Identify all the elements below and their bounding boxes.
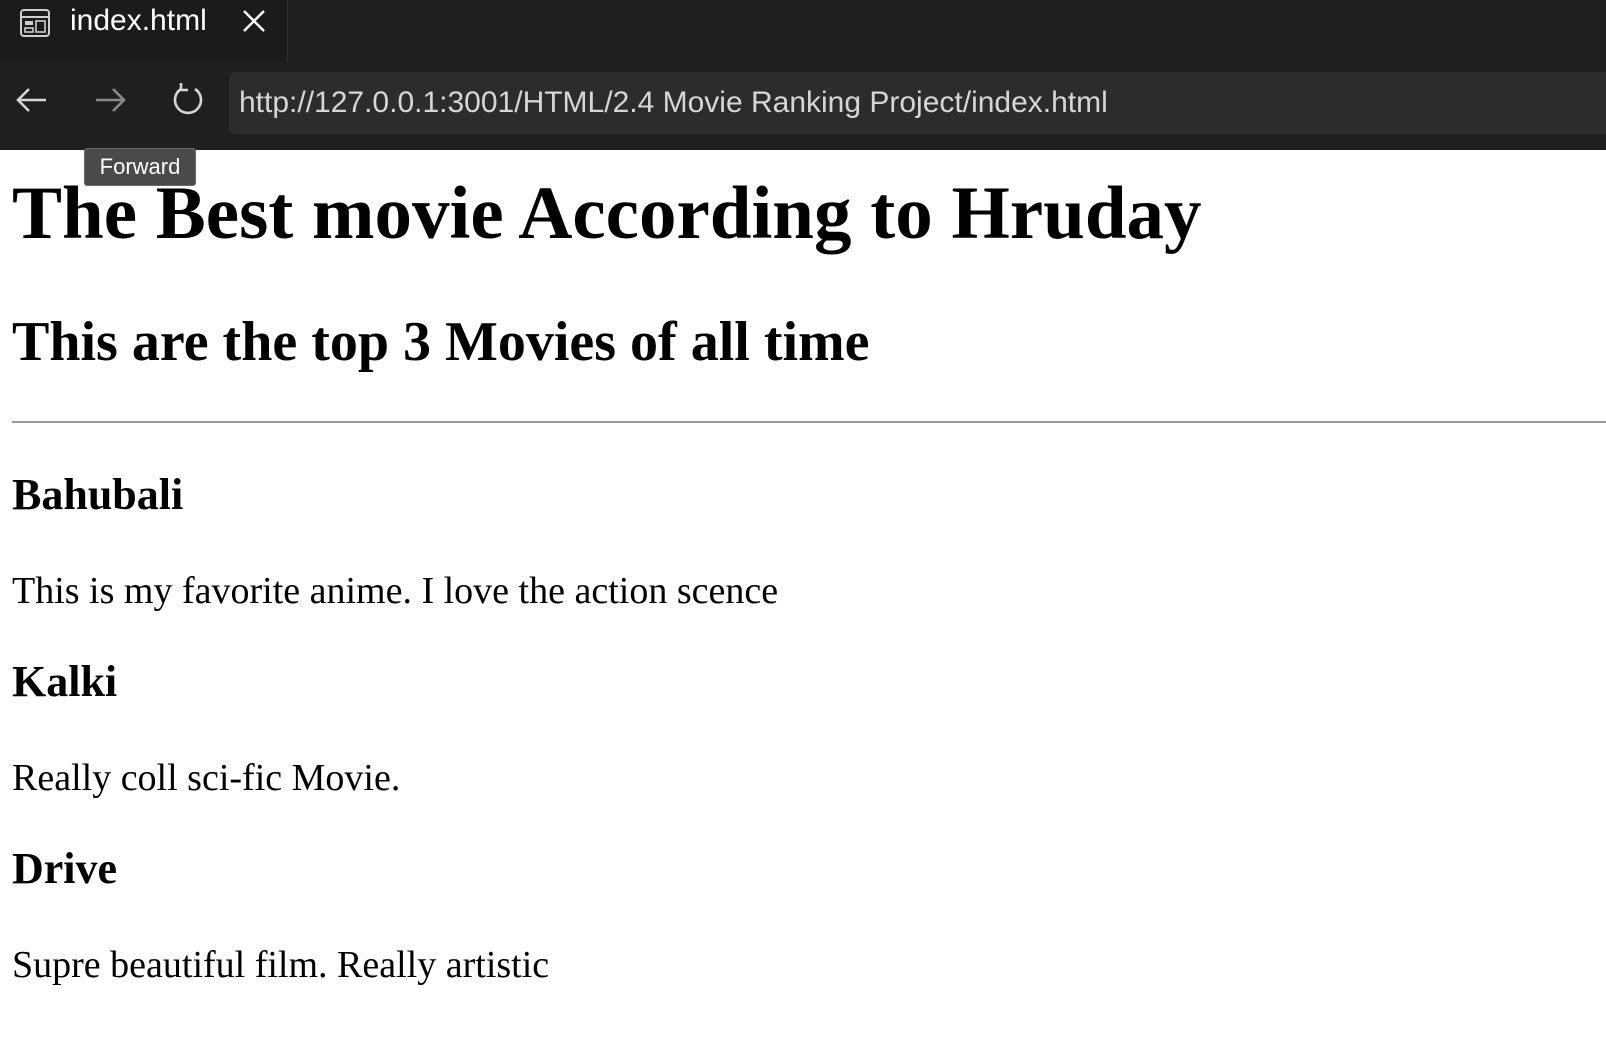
page-content: The Best movie According to Hruday This … xyxy=(0,150,1606,1050)
forward-tooltip: Forward xyxy=(84,148,196,186)
back-button[interactable] xyxy=(12,80,52,120)
address-bar[interactable]: http://127.0.0.1:3001/HTML/2.4 Movie Ran… xyxy=(229,72,1606,134)
reload-icon xyxy=(173,83,203,115)
tab-title: index.html xyxy=(70,4,207,37)
movie-title-1: Bahubali xyxy=(12,470,184,519)
arrow-right-icon xyxy=(96,88,126,112)
movie-description-3: Supre beautiful film. Really artistic xyxy=(12,944,550,986)
divider xyxy=(12,421,1606,423)
reload-button[interactable] xyxy=(168,80,208,120)
movie-description-1: This is my favorite anime. I love the ac… xyxy=(12,570,779,612)
page-subtitle: This are the top 3 Movies of all time xyxy=(12,311,870,373)
forward-button[interactable] xyxy=(90,80,130,120)
movie-title-3: Drive xyxy=(12,844,118,893)
tab-strip: index.html xyxy=(0,0,1606,62)
tab-index-html[interactable]: index.html xyxy=(0,0,288,62)
browser-chrome: index.html http://127.0.0.1:3001/HTML/2.… xyxy=(0,0,1606,150)
movie-title-2: Kalki xyxy=(12,657,118,706)
movie-description-2: Really coll sci-fic Movie. xyxy=(12,757,401,799)
close-icon[interactable] xyxy=(240,7,268,35)
navigation-toolbar: http://127.0.0.1:3001/HTML/2.4 Movie Ran… xyxy=(0,62,1606,150)
preview-icon xyxy=(18,6,52,40)
arrow-left-icon xyxy=(16,88,46,112)
